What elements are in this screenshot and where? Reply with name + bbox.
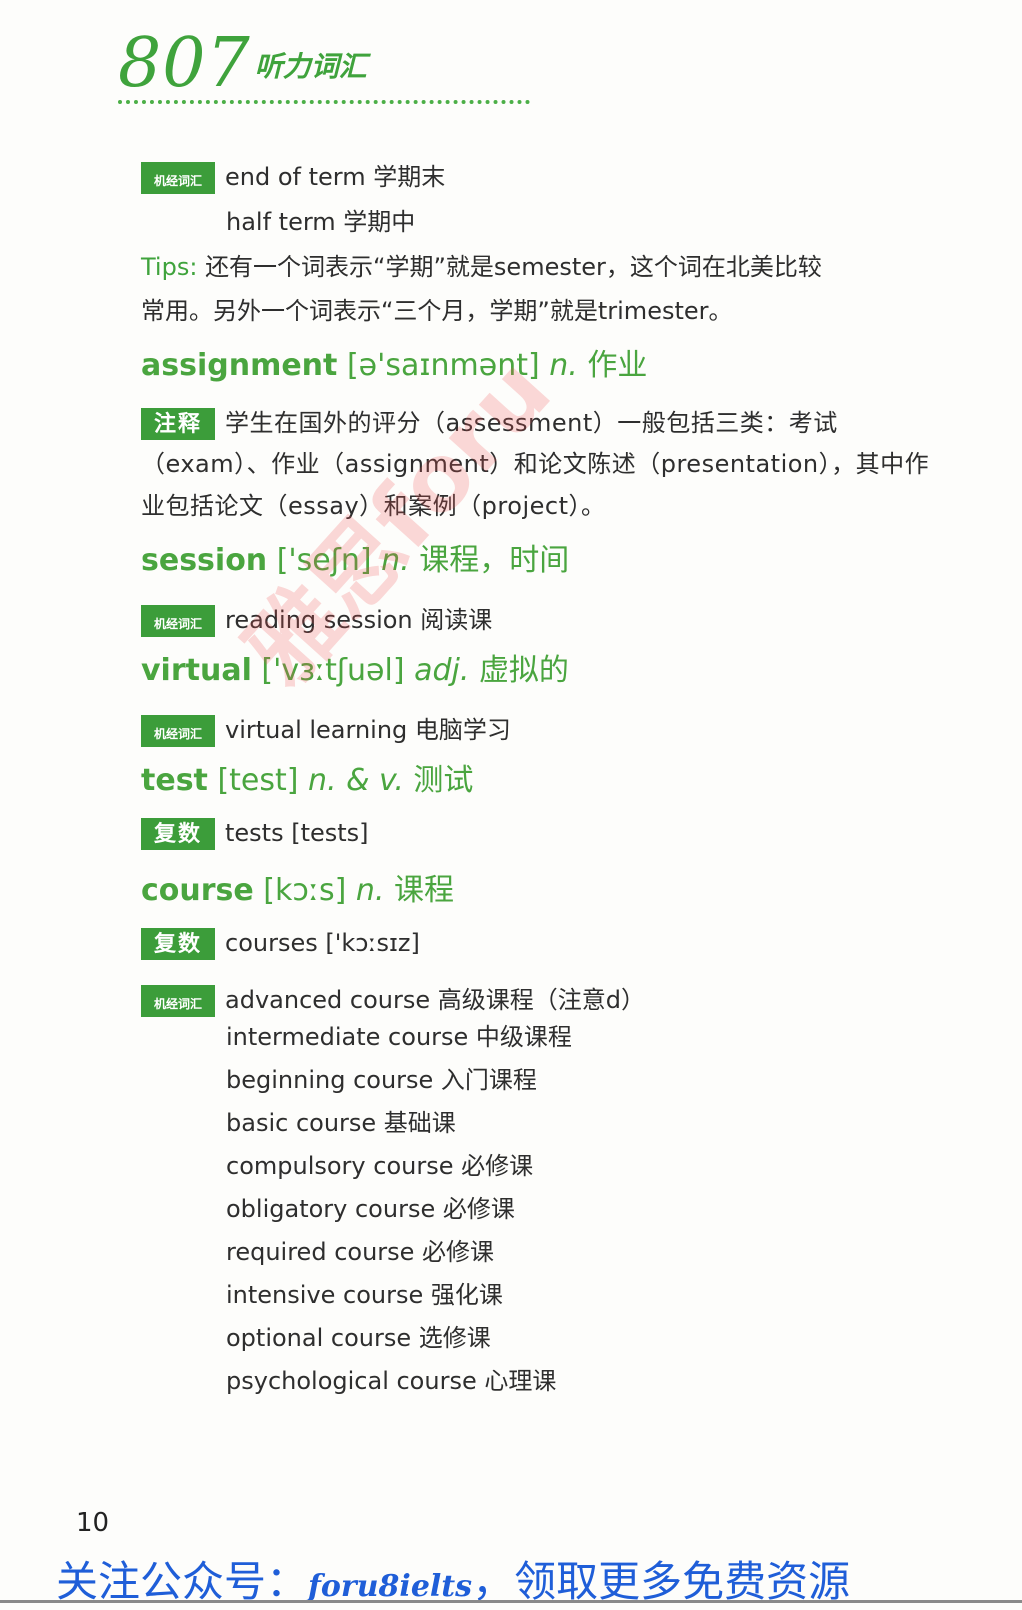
- list-item: basic course 基础课: [226, 1109, 456, 1137]
- term-line-1: end of term 学期末: [225, 163, 446, 191]
- tag-exam-vocab: 机经词汇: [141, 162, 215, 194]
- list-item: psychological course 心理课: [226, 1367, 557, 1395]
- footer-brand: foru8ielts: [308, 1569, 473, 1604]
- tag-exam-vocab: 机经词汇: [141, 985, 215, 1017]
- test-plural-row: 复数 tests [tests]: [141, 818, 369, 850]
- document-page: 807 听力词汇 机经词汇 end of term 学期末 half term 学期…: [0, 0, 1022, 1610]
- list-item: obligatory course 必修课: [226, 1195, 515, 1223]
- headword-virtual: virtual ['vɜːtʃuəl] adj. 虚拟的: [141, 653, 569, 688]
- headword-course: course [kɔːs] n. 课程: [141, 873, 454, 908]
- term-line-2: half term 学期中: [226, 208, 416, 236]
- header-number: 807: [118, 24, 251, 103]
- list-item: intermediate course 中级课程: [226, 1023, 572, 1051]
- footer-rule: [0, 1600, 1022, 1603]
- headword-assignment: assignment [ə'saɪnmənt] n. 作业: [141, 348, 648, 383]
- headword-session: session ['seʃn] n. 课程，时间: [141, 543, 570, 578]
- note-line-3: 业包括论文（essay）和案例（project）。: [141, 492, 606, 520]
- tips-line-2: 常用。另外一个词表示“三个月，学期”就是trimester。: [141, 297, 733, 325]
- tag-plural: 复数: [141, 818, 215, 850]
- course-plural-row: 复数 courses ['kɔːsɪz]: [141, 928, 420, 960]
- list-item: beginning course 入门课程: [226, 1066, 537, 1094]
- list-item: optional course 选修课: [226, 1324, 491, 1352]
- list-item: intensive course 强化课: [226, 1281, 503, 1309]
- tips-label: Tips:: [141, 253, 198, 281]
- tag-note: 注释: [141, 408, 215, 440]
- header-subtitle: 听力词汇: [254, 50, 367, 83]
- tag-exam-vocab: 机经词汇: [141, 605, 215, 637]
- note-line-2: （exam）、作业（assignment）和论文陈述（presentation）…: [141, 450, 930, 478]
- session-phrase-row: 机经词汇 reading session 阅读课: [141, 600, 492, 637]
- tag-plural: 复数: [141, 928, 215, 960]
- header-dotted-rule: [118, 100, 530, 104]
- list-item: required course 必修课: [226, 1238, 495, 1266]
- page-number: 10: [76, 1508, 110, 1538]
- tag-exam-vocab: 机经词汇: [141, 715, 215, 747]
- list-item: advanced course 高级课程（注意d）: [225, 986, 645, 1014]
- headword-test: test [test] n. & v. 测试: [141, 763, 474, 798]
- virtual-phrase-row: 机经词汇 virtual learning 电脑学习: [141, 710, 511, 747]
- term-phrase-row: 机经词汇 end of term 学期末: [141, 157, 445, 194]
- note-line-1: 注释 学生在国外的评分（assessment）一般包括三类：考试: [141, 403, 838, 440]
- list-item: compulsory course 必修课: [226, 1152, 534, 1180]
- tips-line-1: Tips: 还有一个词表示“学期”就是semester，这个词在北美比较: [141, 253, 822, 281]
- course-list-first-row: 机经词汇 advanced course 高级课程（注意d）: [141, 980, 645, 1017]
- chapter-header: 807 听力词汇: [118, 30, 367, 98]
